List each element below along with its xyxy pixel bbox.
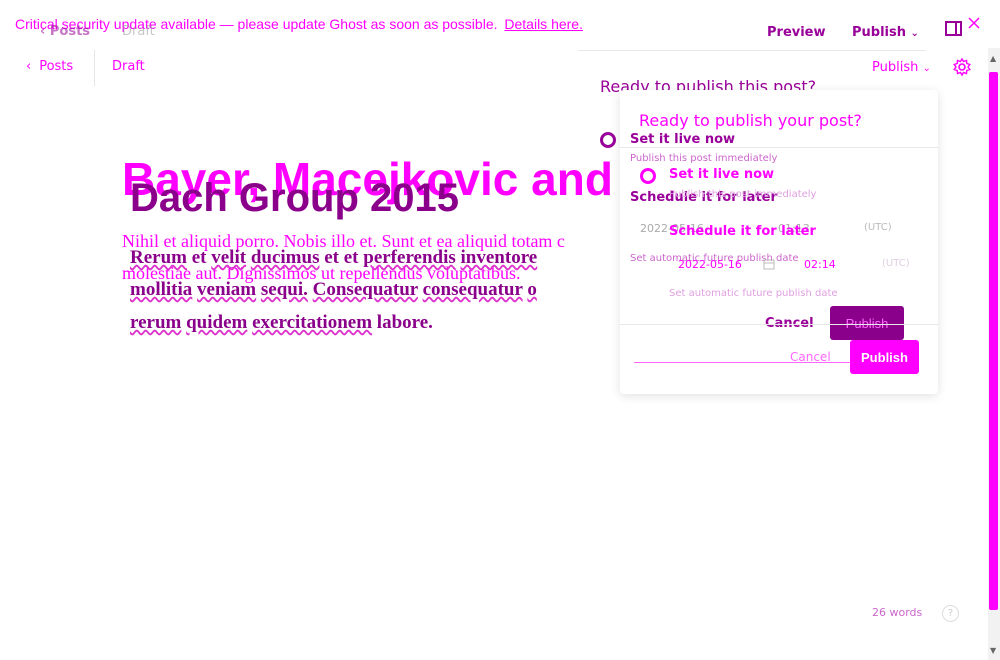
time-input[interactable]: 02:14	[804, 258, 836, 271]
option-now-desc: Publish this post immediately	[669, 189, 817, 200]
word: et	[191, 247, 207, 268]
date-input[interactable]: 2022-05-16	[678, 258, 742, 271]
tz-back: (UTC)	[864, 222, 892, 233]
word: veniam	[197, 279, 257, 300]
word: Consequatur	[312, 279, 418, 300]
publish-button-back[interactable]: Publish	[830, 306, 904, 340]
post-body-line2[interactable]: mollitia veniam sequi. Consequatur conse…	[130, 279, 537, 301]
word: mollitia	[130, 279, 193, 300]
chevron-down-icon: ⌄	[922, 63, 931, 74]
chevron-left-icon: ‹	[40, 24, 50, 39]
word: Rerum	[130, 247, 187, 268]
popover-divider-bottom	[620, 324, 938, 325]
popover-divider-top	[620, 147, 938, 148]
calendar-icon[interactable]	[763, 258, 775, 270]
chevron-down-icon: ⌄	[910, 28, 919, 39]
word: exercitationem	[252, 312, 373, 333]
word: ducimus	[250, 247, 320, 268]
word: inventore	[460, 247, 538, 268]
word: velit	[211, 247, 247, 268]
scrollbar-thumb[interactable]	[989, 72, 998, 610]
word: labore.	[376, 312, 433, 333]
publish-heading: Ready to publish your post?	[639, 111, 862, 130]
word: et	[324, 247, 339, 268]
chevron-left-icon: ‹	[26, 59, 32, 74]
gear-icon[interactable]	[952, 57, 972, 77]
sidebar-toggle-icon[interactable]	[945, 21, 963, 37]
word: quidem	[186, 312, 248, 333]
help-icon[interactable]: ?	[942, 605, 959, 622]
header-divider	[578, 50, 926, 51]
later-desc: Set automatic future publish date	[669, 288, 838, 299]
word-count: 26 words	[872, 606, 923, 619]
post-title[interactable]: Dach Group 2015	[130, 176, 459, 221]
help-glyph: ?	[947, 608, 954, 619]
option-later[interactable]: Schedule it for later	[669, 224, 816, 239]
banner-details-link[interactable]: Details here.	[504, 16, 583, 32]
close-icon[interactable]	[966, 15, 982, 31]
scroll-down-arrow-icon[interactable]: ▼	[990, 646, 996, 655]
option-now[interactable]: Set it live now	[669, 167, 774, 182]
editor-posts-link[interactable]: ‹ Posts	[26, 59, 73, 74]
header-separator	[94, 50, 95, 86]
preview-button[interactable]: Preview	[767, 25, 826, 40]
word: perferendis	[363, 247, 456, 268]
publish-button[interactable]: Publish	[850, 340, 919, 374]
scroll-up-arrow-icon[interactable]: ▲	[990, 54, 996, 63]
cancel-button[interactable]: Cancel	[790, 350, 831, 364]
word: rerum	[130, 312, 182, 333]
word: consequatur	[422, 279, 523, 300]
security-banner: Critical security update available — ple…	[15, 16, 583, 32]
topbar-back-posts[interactable]: ‹ Posts	[40, 24, 90, 39]
option-now-desc-back: Publish this post immediately	[630, 153, 778, 164]
word: sequi.	[260, 279, 308, 300]
option-now-back[interactable]: Set it live now	[630, 132, 735, 147]
topbar-draft: Draft	[122, 24, 155, 39]
radio-now[interactable]	[640, 168, 656, 184]
timezone-label: (UTC)	[882, 258, 910, 269]
word: et	[343, 247, 359, 268]
post-body-line1[interactable]: Rerum et velit ducimus et et perferendis…	[130, 247, 537, 269]
radio-now-back[interactable]	[600, 132, 616, 148]
editor-publish-menu[interactable]: Publish ⌄	[872, 60, 931, 75]
editor-draft-status: Draft	[112, 59, 145, 74]
top-publish-button[interactable]: Publish ⌄	[852, 25, 919, 40]
word: o	[527, 279, 537, 300]
post-body-line3[interactable]: rerum quidem exercitationem labore.	[130, 312, 433, 334]
